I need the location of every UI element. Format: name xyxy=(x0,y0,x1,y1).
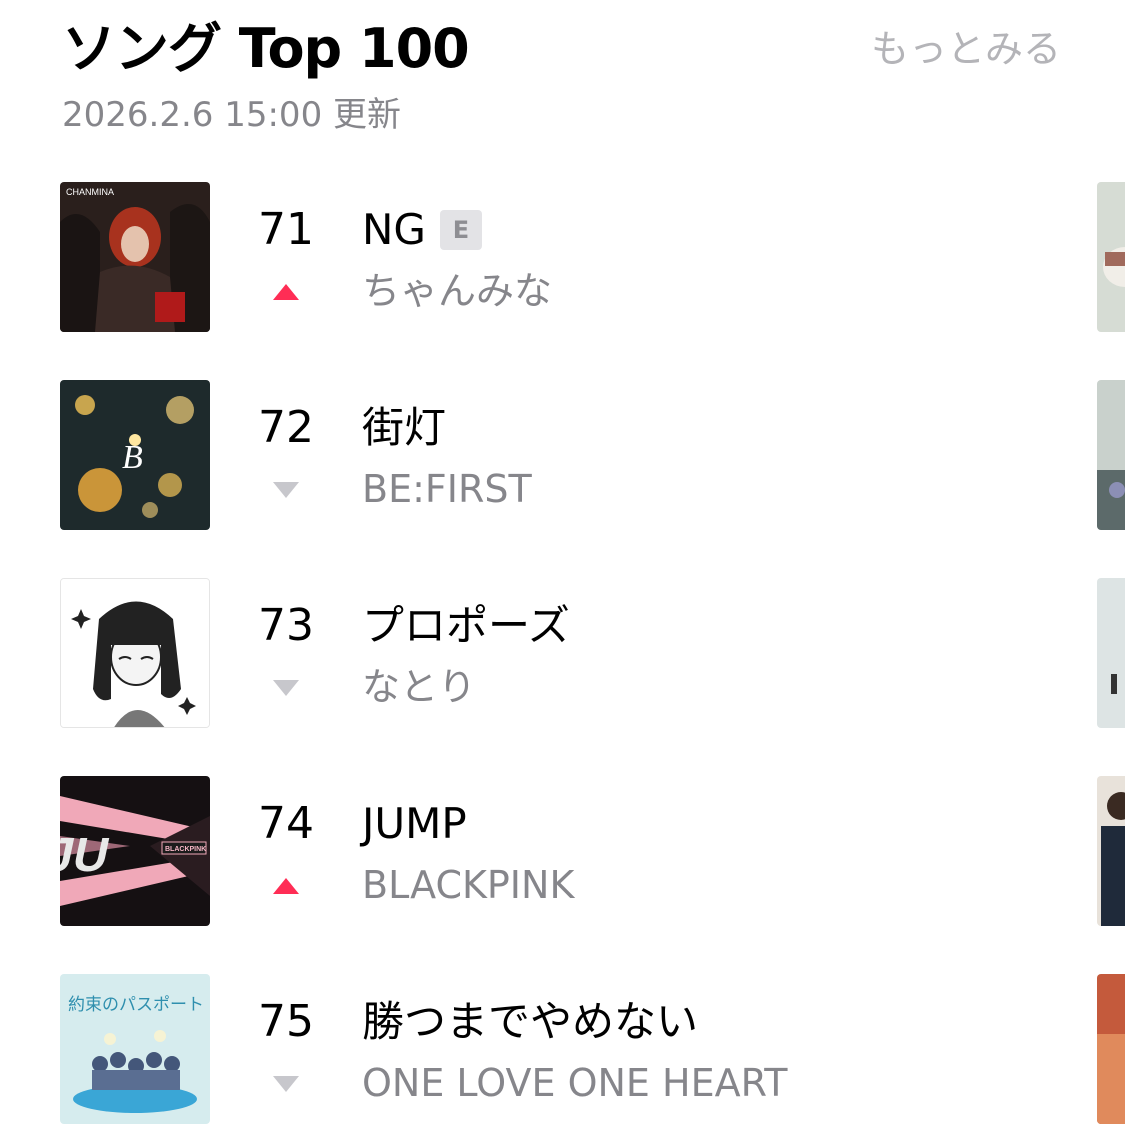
adjacent-album-artwork[interactable] xyxy=(1097,182,1125,332)
rank-up-icon xyxy=(273,284,299,300)
list-item[interactable]: B 72 街灯 BE:FIRST xyxy=(0,380,1125,530)
song-title: プロポーズ xyxy=(362,601,570,650)
album-artwork[interactable]: B xyxy=(60,380,210,530)
rank-down-icon xyxy=(273,680,299,696)
adjacent-album-artwork[interactable] xyxy=(1097,776,1125,926)
artist-name[interactable]: ONE LOVE ONE HEART xyxy=(362,1058,787,1108)
artist-name[interactable]: BE:FIRST xyxy=(362,464,532,514)
album-artwork[interactable]: JU BLACKPINK xyxy=(60,776,210,926)
artist-name[interactable]: ちゃんみな xyxy=(362,266,552,316)
album-artwork[interactable] xyxy=(60,578,210,728)
song-title: 勝つまでやめない xyxy=(362,997,699,1046)
artist-name[interactable]: なとり xyxy=(362,662,476,712)
artwork-label: B xyxy=(122,439,143,476)
rank-number: 74 xyxy=(258,798,314,849)
rank-down-icon xyxy=(273,1076,299,1092)
rank-down-icon xyxy=(273,482,299,498)
adjacent-album-artwork[interactable] xyxy=(1097,974,1125,1124)
explicit-badge: E xyxy=(439,210,482,250)
page-title: ソング Top 100 xyxy=(62,17,470,80)
rank-number: 75 xyxy=(258,996,314,1047)
adjacent-album-artwork[interactable] xyxy=(1097,380,1125,530)
rank-number: 71 xyxy=(258,204,314,255)
song-chart-page: ソング Top 100 もっとみる 2026.2.6 15:00 更新 CHAN… xyxy=(0,0,1125,1148)
adjacent-album-artwork[interactable] xyxy=(1097,578,1125,728)
updated-timestamp: 2026.2.6 15:00 更新 xyxy=(62,95,402,135)
list-item[interactable]: 73 プロポーズ なとり xyxy=(0,578,1125,728)
list-item[interactable]: CHANMINA 71 NG E ちゃんみな xyxy=(0,182,1125,332)
rank-up-icon xyxy=(273,878,299,894)
artwork-label: BLACKPINK xyxy=(165,846,206,853)
artwork-label: 約束のパスポート xyxy=(68,995,204,1015)
rank-number: 72 xyxy=(258,402,314,453)
list-item[interactable]: 約束のパスポート 75 勝つまでやめない ONE LOVE ONE HEART xyxy=(0,974,1125,1124)
see-more-link[interactable]: もっとみる xyxy=(871,24,1061,74)
song-title: 街灯 xyxy=(362,403,447,452)
list-item[interactable]: JU BLACKPINK 74 JUMP BLACKPINK xyxy=(0,776,1125,926)
artwork-label: CHANMINA xyxy=(66,187,114,197)
song-title: JUMP xyxy=(362,799,467,848)
album-artwork[interactable]: 約束のパスポート xyxy=(60,974,210,1124)
song-title: NG xyxy=(362,205,426,254)
rank-number: 73 xyxy=(258,600,314,651)
album-artwork[interactable]: CHANMINA xyxy=(60,182,210,332)
artist-name[interactable]: BLACKPINK xyxy=(362,860,574,910)
